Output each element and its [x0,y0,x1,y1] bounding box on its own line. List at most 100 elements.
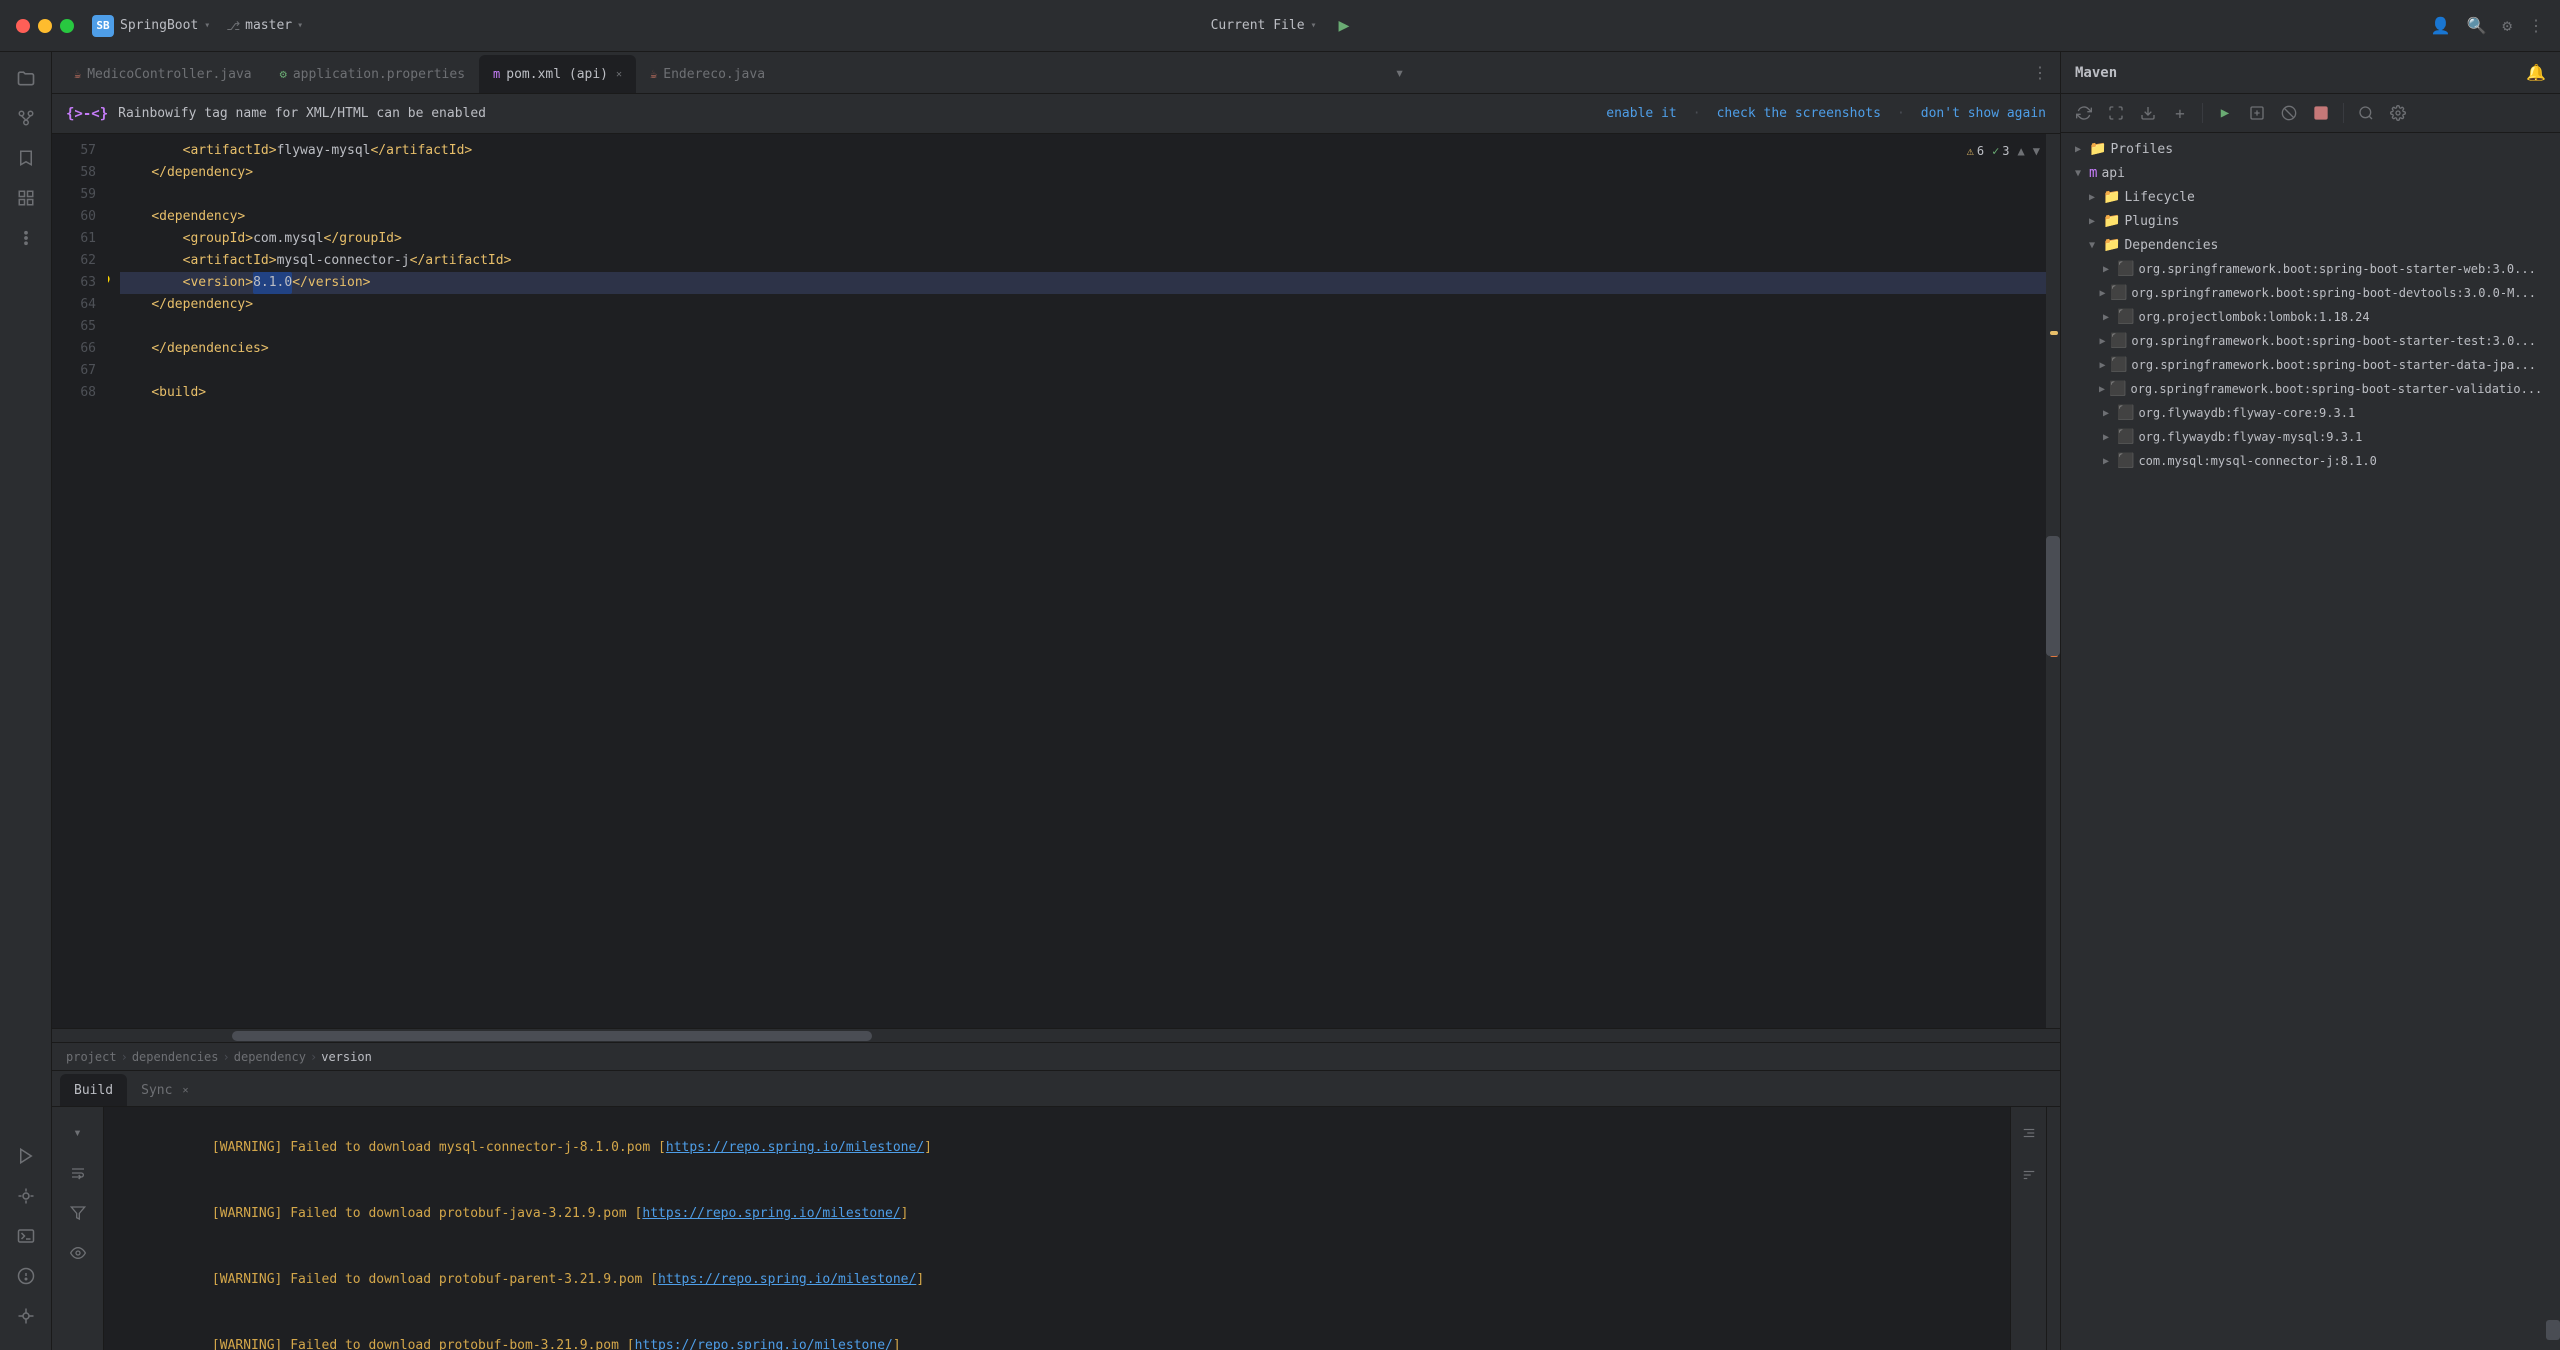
sidebar-item-vcs[interactable] [8,100,44,136]
bottom-sort-icon[interactable] [2011,1157,2047,1193]
tree-dep-3[interactable]: ▶ ⬛ org.projectlombok:lombok:1.18.24 [2061,305,2546,329]
maven-execute-button[interactable] [2244,100,2270,126]
tree-item-dependencies[interactable]: ▼ 📁 Dependencies [2061,233,2546,257]
minimize-window-button[interactable] [38,19,52,33]
maven-bell-icon[interactable]: 🔔 [2526,63,2546,82]
tree-item-profiles[interactable]: ▶ 📁 Profiles [2061,137,2546,161]
code-line-60[interactable]: <dependency> [120,206,2046,228]
tab-pom[interactable]: m pom.xml (api) ✕ [479,55,636,93]
titlebar: SB SpringBoot ▾ ⎇ master ▾ Current File … [0,0,2560,52]
bulb-icon[interactable]: 💡 [108,272,113,294]
maven-skip-button[interactable] [2276,100,2302,126]
maven-search-button[interactable] [2353,100,2379,126]
code-line-63[interactable]: 💡 <version>8.1.0</version> [120,272,2046,294]
maven-add-button[interactable]: + [2167,100,2193,126]
code-line-67[interactable] [120,360,2046,382]
tree-dep-5[interactable]: ▶ ⬛ org.springframework.boot:spring-boot… [2061,353,2546,377]
code-line-68[interactable]: <build> [120,382,2046,404]
bottom-tab-build[interactable]: Build [60,1074,127,1106]
tree-dep-8[interactable]: ▶ ⬛ org.flywaydb:flyway-mysql:9.3.1 [2061,425,2546,449]
maven-scrollbar[interactable] [2546,133,2560,1350]
scroll-thumb[interactable] [2046,536,2060,656]
log-link-4[interactable]: https://repo.spring.io/milestone/ [635,1338,893,1350]
sidebar-item-run[interactable] [8,1138,44,1174]
tab-endereco[interactable]: ☕ Endereco.java [636,55,779,93]
code-line-58[interactable]: </dependency> [120,162,2046,184]
tree-dep-6[interactable]: ▶ ⬛ org.springframework.boot:spring-boot… [2061,377,2546,401]
tree-item-plugins[interactable]: ▶ 📁 Plugins [2061,209,2546,233]
sidebar-item-terminal[interactable] [8,1218,44,1254]
maven-download-button[interactable] [2135,100,2161,126]
bottom-wrap-icon[interactable] [60,1155,96,1191]
sidebar-item-git[interactable] [8,1298,44,1334]
breadcrumb-version[interactable]: version [321,1050,372,1064]
maximize-window-button[interactable] [60,19,74,33]
bottom-filter-icon[interactable] [60,1195,96,1231]
maven-scroll-thumb[interactable] [2546,1320,2560,1340]
tree-item-api[interactable]: ▼ m api [2061,161,2546,185]
tabs-options-button[interactable]: ⋮ [2020,63,2060,82]
tree-dep-9[interactable]: ▶ ⬛ com.mysql:mysql-connector-j:8.1.0 [2061,449,2546,473]
code-editor: 57 58 59 60 61 62 63 64 65 66 67 68 ⚠ 6 [52,134,2060,1028]
log-area[interactable]: [WARNING] Failed to download mysql-conne… [104,1107,2010,1350]
sidebar-item-folder[interactable] [8,60,44,96]
search-icon[interactable]: 🔍 [2466,16,2486,35]
tab-pom-close-button[interactable]: ✕ [616,69,622,80]
tree-item-lifecycle[interactable]: ▶ 📁 Lifecycle [2061,185,2546,209]
more-icon[interactable]: ⋮ [2528,16,2544,35]
maven-settings-button[interactable] [2385,100,2411,126]
log-link-1[interactable]: https://repo.spring.io/milestone/ [666,1140,924,1155]
code-line-61[interactable]: <groupId>com.mysql</groupId> [120,228,2046,250]
run-button[interactable]: ▶ [1339,15,1350,36]
sidebar-item-problems[interactable] [8,1258,44,1294]
horizontal-scrollbar[interactable] [52,1028,2060,1042]
user-icon[interactable]: 👤 [2431,16,2451,35]
settings-icon[interactable]: ⚙ [2502,16,2512,35]
code-line-65[interactable] [120,316,2046,338]
notification-enable-link[interactable]: enable it [1606,106,1676,121]
dep5-arrow-icon: ▶ [2099,360,2106,371]
code-line-62[interactable]: <artifactId>mysql-connector-j</artifactI… [120,250,2046,272]
bottom-eye-icon[interactable] [60,1235,96,1271]
code-line-64[interactable]: </dependency> [120,294,2046,316]
code-line-57[interactable]: <artifactId>flyway-mysql</artifactId> [120,140,2046,162]
current-file-label: Current File [1211,18,1305,33]
bottom-align-right-icon[interactable] [2011,1115,2047,1151]
log-link-3[interactable]: https://repo.spring.io/milestone/ [658,1272,916,1287]
breadcrumb-dependency[interactable]: dependency [234,1050,306,1064]
maven-stop-button[interactable] [2308,100,2334,126]
branch-label[interactable]: ⎇ master ▾ [226,18,303,33]
bottom-tab-sync[interactable]: Sync ✕ [127,1074,202,1106]
maven-refresh-button[interactable] [2071,100,2097,126]
maven-expand-button[interactable] [2103,100,2129,126]
tree-dep-7[interactable]: ▶ ⬛ org.flywaydb:flyway-core:9.3.1 [2061,401,2546,425]
h-scroll-thumb[interactable] [232,1031,872,1041]
sidebar-item-more[interactable] [8,220,44,256]
tree-dep-2[interactable]: ▶ ⬛ org.springframework.boot:spring-boot… [2061,281,2546,305]
code-line-59[interactable] [120,184,2046,206]
sidebar-item-structure[interactable] [8,180,44,216]
dep6-icon: ⬛ [2109,381,2126,397]
bottom-expand-icon[interactable]: ▾ [60,1115,96,1151]
code-content[interactable]: ⚠ 6 ✓ 3 ▲ ▼ <artifactId>flyway-mysql</ar… [108,134,2046,1028]
project-label[interactable]: SB SpringBoot ▾ [92,15,210,37]
breadcrumb-dependencies[interactable]: dependencies [132,1050,219,1064]
notification-dont-show-link[interactable]: don't show again [1921,106,2046,121]
dependencies-icon: 📁 [2103,237,2120,253]
sidebar-item-bookmark[interactable] [8,140,44,176]
maven-run-button[interactable]: ▶ [2212,100,2238,126]
tab-application[interactable]: ⚙ application.properties [266,55,479,93]
editor-scrollbar[interactable] [2046,134,2060,1028]
log-link-2[interactable]: https://repo.spring.io/milestone/ [642,1206,900,1221]
code-line-66[interactable]: </dependencies> [120,338,2046,360]
bottom-tab-sync-close[interactable]: ✕ [182,1085,188,1096]
tree-dep-1[interactable]: ▶ ⬛ org.springframework.boot:spring-boot… [2061,257,2546,281]
notification-screenshots-link[interactable]: check the screenshots [1717,106,1881,121]
close-window-button[interactable] [16,19,30,33]
breadcrumb-project[interactable]: project [66,1050,117,1064]
sidebar-item-debug[interactable] [8,1178,44,1214]
bottom-scrollbar[interactable] [2046,1107,2060,1350]
tab-medico[interactable]: ☕ MedicoController.java [60,55,266,93]
tree-dep-4[interactable]: ▶ ⬛ org.springframework.boot:spring-boot… [2061,329,2546,353]
tabs-overflow-button[interactable]: ▾ [1383,63,1417,82]
